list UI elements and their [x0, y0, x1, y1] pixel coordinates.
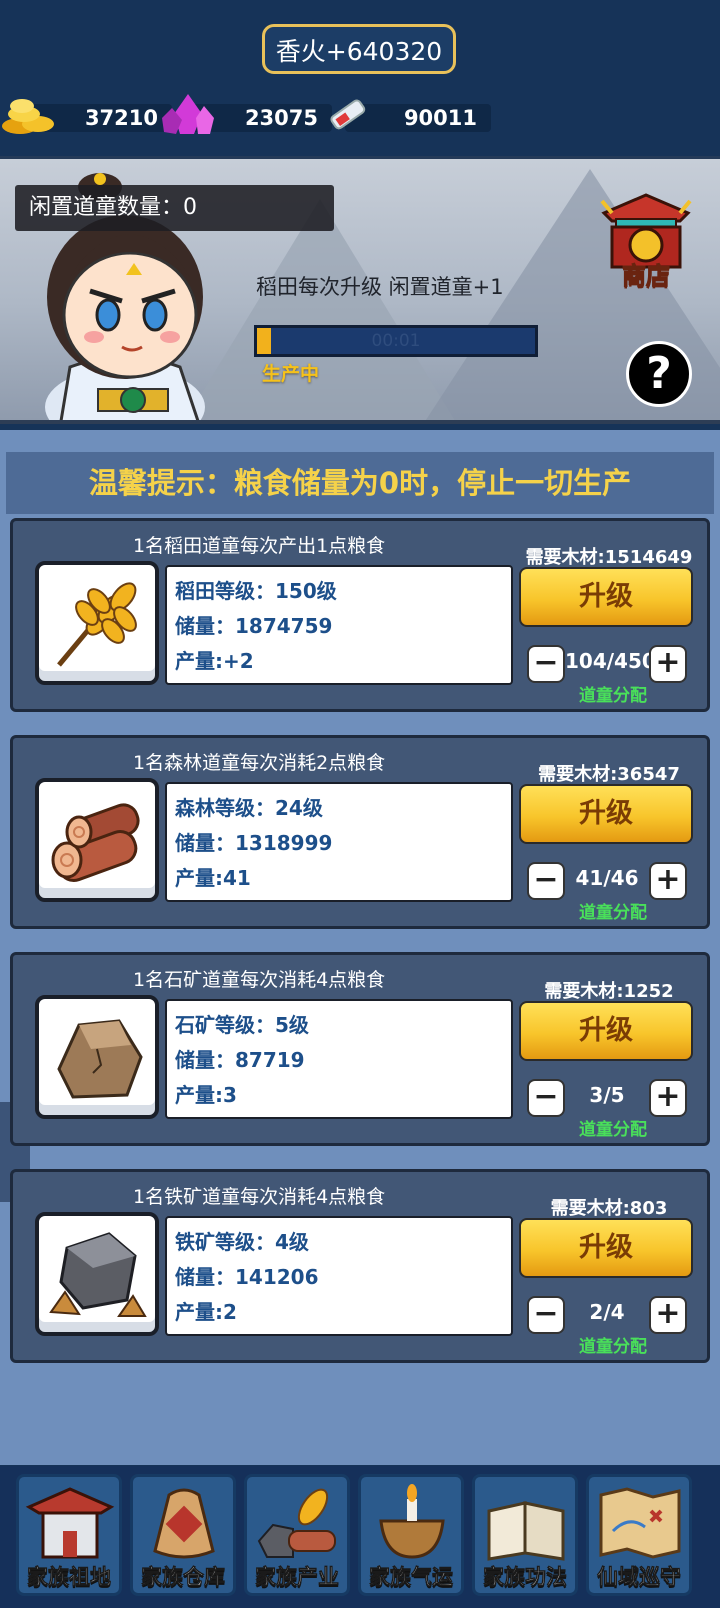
nav-label: 家族产业 — [255, 1565, 340, 1590]
gold-coins-icon — [2, 99, 54, 134]
card-level: 石矿等级：5级 — [175, 1013, 309, 1037]
nav-family-industry[interactable]: 家族产业 — [244, 1474, 350, 1596]
production-progress-bar: 00:01 — [254, 325, 538, 357]
industry-card-stone-mine: 1名石矿道童每次消耗4点粮食 石矿等级：5级 储量：87719 产量:3 需要木… — [10, 952, 710, 1146]
increase-button[interactable]: + — [649, 1079, 687, 1117]
increase-button[interactable]: + — [649, 645, 687, 683]
card-output: 产量:3 — [175, 1083, 237, 1107]
scroll-icon — [330, 99, 366, 130]
decrease-button[interactable]: − — [527, 1296, 565, 1334]
gold-value: 37210 — [84, 106, 158, 130]
card-level: 森林等级：24级 — [175, 796, 323, 820]
incense-burner-icon — [379, 1484, 445, 1559]
decrease-button[interactable]: − — [527, 645, 565, 683]
nav-family-warehouse[interactable]: 家族仓库 — [130, 1474, 236, 1596]
crystal-value: 23075 — [244, 106, 318, 130]
card-output: 产量:+2 — [175, 649, 254, 673]
wood-requirement: 需要木材:1252 — [544, 981, 674, 1002]
assigned-count: 41/46 — [575, 866, 639, 890]
increase-button[interactable]: + — [649, 862, 687, 900]
scroll-value: 90011 — [403, 106, 477, 130]
card-title: 1名森林道童每次消耗2点粮食 — [133, 752, 386, 774]
upgrade-button[interactable]: 升级 — [519, 784, 693, 844]
assigned-count: 104/450 — [565, 649, 656, 673]
allocation-label: 道童分配 — [579, 686, 647, 706]
purple-crystal-icon — [162, 94, 214, 134]
warm-tip: 温馨提示：粮食储量为0时，停止一切生产 — [88, 466, 632, 500]
card-storage: 储量：141206 — [175, 1265, 319, 1289]
upgrade-button[interactable]: 升级 — [519, 1218, 693, 1278]
wood-requirement: 需要木材:36547 — [538, 764, 680, 785]
book-icon — [487, 1501, 565, 1561]
warehouse-sack-icon — [153, 1488, 215, 1559]
wood-requirement: 需要木材:1514649 — [525, 547, 693, 568]
production-info: 稻田每次升级 闲置道童+1 — [256, 275, 504, 299]
nav-label: 家族仓库 — [141, 1565, 226, 1590]
nav-label: 家族祖地 — [27, 1565, 112, 1590]
gold-resource: 37210 — [2, 99, 172, 134]
card-icon-box — [35, 995, 159, 1119]
wheat-icon — [57, 582, 137, 667]
assigned-count: 3/5 — [589, 1083, 625, 1107]
nav-family-techniques[interactable]: 家族功法 — [472, 1474, 578, 1596]
nav-label: 家族功法 — [483, 1565, 568, 1590]
card-storage: 储量：87719 — [175, 1048, 305, 1072]
card-icon-box — [35, 561, 159, 685]
decrease-button[interactable]: − — [527, 1079, 565, 1117]
idle-children-count: 闲置道童数量：0 — [15, 185, 334, 231]
nav-label: 家族气运 — [369, 1565, 454, 1590]
allocation-label: 道童分配 — [579, 1337, 647, 1357]
bottom-nav: 家族祖地 家族仓库 家族产业 家族气运 家族功法 仙域巡守 — [0, 1466, 720, 1608]
card-info: 稻田等级：150级 储量：1874759 产量:+2 — [165, 565, 513, 685]
allocation-label: 道童分配 — [579, 903, 647, 923]
card-storage: 储量：1874759 — [175, 614, 333, 638]
top-bar: 香火+640320 37210 23075 90011 — [0, 0, 720, 156]
card-info: 森林等级：24级 储量：1318999 产量:41 — [165, 782, 513, 902]
map-icon — [599, 1487, 681, 1559]
industry-icon — [257, 1488, 336, 1558]
wood-requirement: 需要木材:803 — [550, 1198, 668, 1219]
industry-card-forest: 1名森林道童每次消耗2点粮食 森林等级：24级 储量：1318999 产量:41… — [10, 735, 710, 929]
crystal-resource: 23075 — [162, 94, 332, 134]
upgrade-button[interactable]: 升级 — [519, 567, 693, 627]
industry-card-iron-mine: 1名铁矿道童每次消耗4点粮食 铁矿等级：4级 储量：141206 产量:2 需要… — [10, 1169, 710, 1363]
card-output: 产量:2 — [175, 1300, 237, 1324]
logs-icon — [51, 803, 140, 882]
iron-ore-icon — [49, 1232, 147, 1317]
incense-counter: 香火+640320 — [262, 24, 456, 74]
card-icon-box — [35, 778, 159, 902]
decrease-button[interactable]: − — [527, 862, 565, 900]
card-info: 石矿等级：5级 储量：87719 产量:3 — [165, 999, 513, 1119]
card-output: 产量:41 — [175, 866, 251, 890]
nav-ancestral-land[interactable]: 家族祖地 — [16, 1474, 122, 1596]
increase-button[interactable]: + — [649, 1296, 687, 1334]
shop-label: 商店 — [622, 262, 671, 291]
industry-card-rice-field: 1名稻田道童每次产出1点粮食 稻田等级：150级 储量：1874759 产量:+… — [10, 518, 710, 712]
scroll-resource: 90011 — [330, 99, 491, 132]
card-icon-box — [35, 1212, 159, 1336]
nav-label: 仙域巡守 — [597, 1565, 682, 1590]
card-storage: 储量：1318999 — [175, 831, 333, 855]
upgrade-button[interactable]: 升级 — [519, 1001, 693, 1061]
production-scene: 闲置道童数量：0 稻田每次升级 闲置道童+1 00:01 生产中 商店 ? — [0, 156, 720, 424]
card-level: 稻田等级：150级 — [175, 579, 337, 603]
card-title: 1名稻田道童每次产出1点粮食 — [133, 535, 386, 557]
nav-realm-patrol[interactable]: 仙域巡守 — [586, 1474, 692, 1596]
card-title: 1名铁矿道童每次消耗4点粮食 — [133, 1186, 386, 1208]
allocation-label: 道童分配 — [579, 1120, 647, 1140]
stone-icon — [57, 1019, 143, 1099]
tip-bar: 温馨提示：粮食储量为0时，停止一切生产 — [6, 452, 714, 514]
card-title: 1名石矿道童每次消耗4点粮食 — [133, 969, 386, 991]
card-level: 铁矿等级：4级 — [175, 1230, 309, 1254]
card-info: 铁矿等级：4级 储量：141206 产量:2 — [165, 1216, 513, 1336]
industry-panel: 温馨提示：粮食储量为0时，停止一切生产 1名稻田道童每次产出1点粮食 稻田等级：… — [0, 430, 720, 1465]
ancestral-hall-icon — [25, 1487, 115, 1559]
progress-timer: 00:01 — [371, 331, 421, 351]
production-status: 生产中 — [262, 363, 320, 385]
assigned-count: 2/4 — [589, 1300, 625, 1324]
nav-family-fortune[interactable]: 家族气运 — [358, 1474, 464, 1596]
help-button[interactable]: ? — [626, 341, 692, 407]
shop-button[interactable]: 商店 — [598, 191, 694, 291]
